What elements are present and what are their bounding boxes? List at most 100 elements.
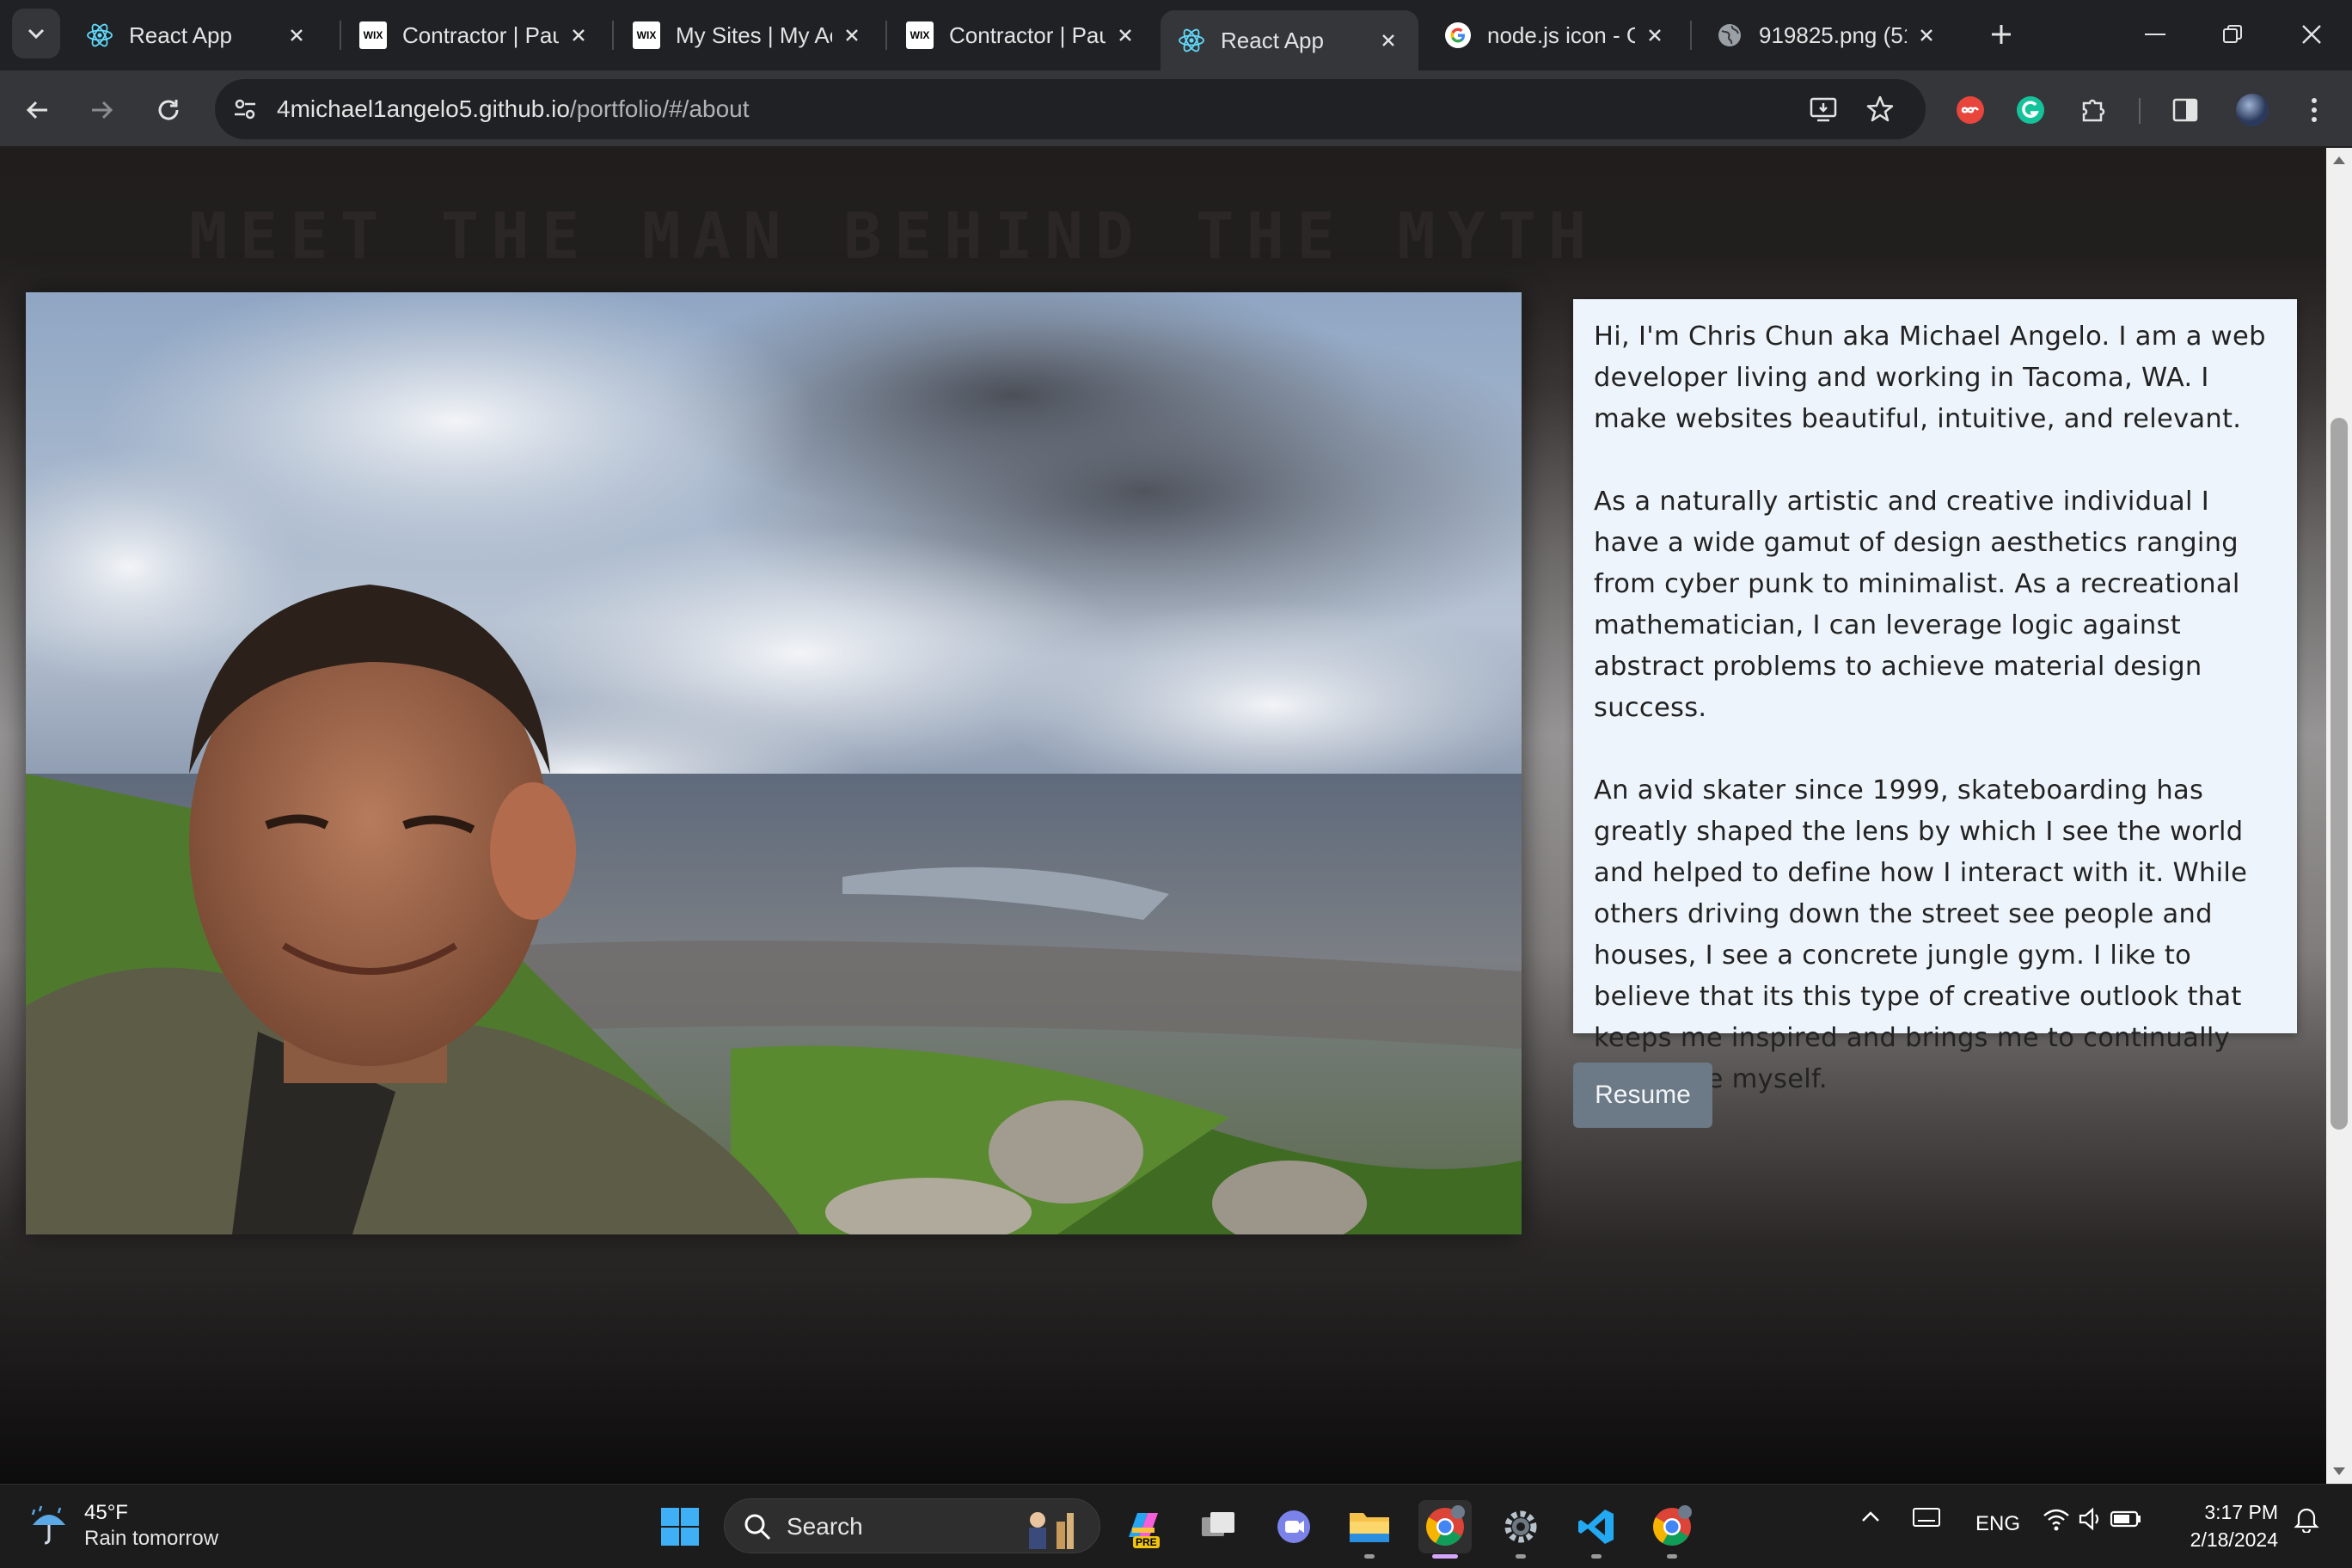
network-volume-battery-group[interactable]: [2043, 1505, 2146, 1539]
portrait-landscape-image: [26, 292, 1522, 1234]
close-icon[interactable]: [1914, 22, 1939, 48]
task-view-icon: [1202, 1512, 1234, 1536]
wifi-volume-battery-icon: [2043, 1507, 2141, 1531]
close-window-button[interactable]: [2273, 0, 2350, 69]
search-highlight-illustration-icon: [1029, 1512, 1074, 1549]
restore-button[interactable]: [2194, 0, 2271, 69]
more-vert-icon: [2312, 98, 2317, 122]
clock-date: 2/18/2024: [2190, 1528, 2278, 1551]
tab-search-button[interactable]: [12, 9, 60, 58]
weather-widget[interactable]: 45°F Rain tomorrow: [26, 1500, 218, 1552]
tab-title: node.js icon - Go: [1487, 21, 1635, 48]
url-path: /portfolio/#/about: [569, 95, 750, 122]
file-explorer-button[interactable]: [1343, 1500, 1396, 1559]
close-icon[interactable]: [566, 22, 591, 48]
close-icon: [2302, 25, 2321, 44]
new-tab-button[interactable]: [1984, 17, 2018, 52]
chrome-menu-button[interactable]: [2294, 89, 2335, 131]
about-paragraph-design: As a naturally artistic and creative ind…: [1594, 487, 2240, 723]
wix-icon: WIX: [633, 21, 660, 49]
tab-separator: [612, 21, 614, 50]
windows-logo-icon: [661, 1508, 699, 1546]
scrollbar-thumb[interactable]: [2331, 418, 2348, 1130]
touch-keyboard-button[interactable]: [1912, 1505, 1941, 1535]
site-info-icon[interactable]: [227, 91, 263, 127]
taskbar-search-box[interactable]: Search: [724, 1498, 1100, 1553]
copilot-button[interactable]: PRE: [1116, 1500, 1169, 1553]
tab-contractor-1[interactable]: WIX Contractor | Paul: [342, 9, 609, 62]
keyboard-icon: [1913, 1508, 1940, 1527]
chevron-up-icon: [1862, 1511, 1879, 1522]
rain-umbrella-icon: [31, 1505, 65, 1545]
running-indicator: [1516, 1554, 1526, 1559]
settings-button[interactable]: [1494, 1500, 1547, 1559]
tab-separator: [1690, 21, 1692, 50]
about-paragraph-skateboarding: An avid skater since 1999, skateboarding…: [1594, 775, 2248, 1094]
react-icon: [86, 21, 113, 49]
vscode-button[interactable]: [1570, 1500, 1623, 1559]
chat-icon: [1277, 1510, 1310, 1543]
puzzle-icon: [2082, 99, 2105, 122]
weather-condition: Rain tomorrow: [84, 1527, 219, 1550]
about-text-card: Hi, I'm Chris Chun aka Michael Angelo. I…: [1573, 299, 2297, 1094]
minimize-button[interactable]: [2116, 0, 2194, 69]
tab-separator: [340, 21, 341, 50]
task-view-button[interactable]: [1191, 1500, 1245, 1553]
tab-title: Contractor | Paul: [949, 21, 1106, 48]
input-language[interactable]: ENG: [1975, 1512, 2020, 1536]
gear-icon: [1504, 1510, 1537, 1543]
page-scrollbar[interactable]: [2326, 148, 2352, 1484]
close-icon[interactable]: [839, 22, 865, 48]
wix-icon: WIX: [906, 21, 934, 49]
grammarly-button[interactable]: [2010, 89, 2051, 131]
tab-react-app-active[interactable]: React App: [1161, 10, 1418, 70]
teams-chat-button[interactable]: [1267, 1500, 1320, 1553]
arrow-right-icon: [92, 101, 113, 119]
address-bar[interactable]: 4michael1angelo5.github.io/portfolio/#/a…: [215, 79, 1926, 139]
scroll-up-arrow-icon[interactable]: [2333, 156, 2345, 164]
react-icon: [1178, 27, 1205, 54]
back-button[interactable]: [17, 89, 58, 131]
chrome-taskbar-button[interactable]: [1418, 1500, 1472, 1559]
close-icon[interactable]: [284, 22, 309, 48]
tab-title: My Sites | My Ac: [676, 21, 832, 48]
chrome-profile-2-button[interactable]: [1645, 1500, 1699, 1559]
url-host: 4michael1angelo5.github.io: [277, 95, 570, 122]
close-icon[interactable]: [1642, 22, 1668, 48]
browser-toolbar: 4michael1angelo5.github.io/portfolio/#/a…: [0, 70, 2352, 148]
forward-button[interactable]: [81, 89, 122, 131]
active-indicator: [1432, 1554, 1458, 1559]
tab-nodejs-search[interactable]: node.js icon - Go: [1427, 9, 1685, 62]
install-app-icon[interactable]: [1805, 91, 1841, 127]
chevron-down-icon: [28, 28, 45, 40]
vscode-icon: [1578, 1510, 1614, 1544]
close-icon[interactable]: [1375, 28, 1401, 53]
tab-my-sites[interactable]: WIX My Sites | My Ac: [616, 9, 882, 62]
bookmark-star-icon[interactable]: [1862, 91, 1898, 127]
minimize-icon: [2145, 34, 2165, 35]
resume-button[interactable]: Resume: [1573, 1063, 1712, 1128]
close-icon[interactable]: [1112, 22, 1138, 48]
weather-temperature: 45°F: [84, 1501, 128, 1524]
notifications-button[interactable]: [2294, 1505, 2319, 1539]
show-hidden-icons-button[interactable]: [1859, 1505, 1883, 1535]
restore-icon: [2223, 25, 2242, 43]
tab-react-app-1[interactable]: React App: [69, 9, 327, 62]
side-panel-button[interactable]: [2165, 89, 2206, 131]
running-indicator: [1364, 1554, 1375, 1559]
scroll-down-arrow-icon[interactable]: [2333, 1467, 2345, 1475]
tab-png-file[interactable]: 919825.png (512: [1699, 9, 1957, 62]
profile-photo: [26, 292, 1522, 1234]
extension-red-button[interactable]: [1950, 89, 1991, 131]
tab-contractor-2[interactable]: WIX Contractor | Paul: [889, 9, 1155, 62]
tab-title: React App: [1221, 27, 1324, 53]
plus-icon: [1992, 25, 2011, 44]
extensions-button[interactable]: [2073, 89, 2115, 131]
tab-title: React App: [129, 21, 232, 48]
clock-time: 3:17 PM: [2204, 1501, 2278, 1523]
profile-button[interactable]: [2232, 89, 2273, 131]
reload-button[interactable]: [148, 89, 189, 131]
start-button[interactable]: [653, 1500, 707, 1553]
clock[interactable]: 3:17 PM 2/18/2024: [2184, 1498, 2278, 1553]
tab-title: Contractor | Paul: [402, 21, 559, 48]
